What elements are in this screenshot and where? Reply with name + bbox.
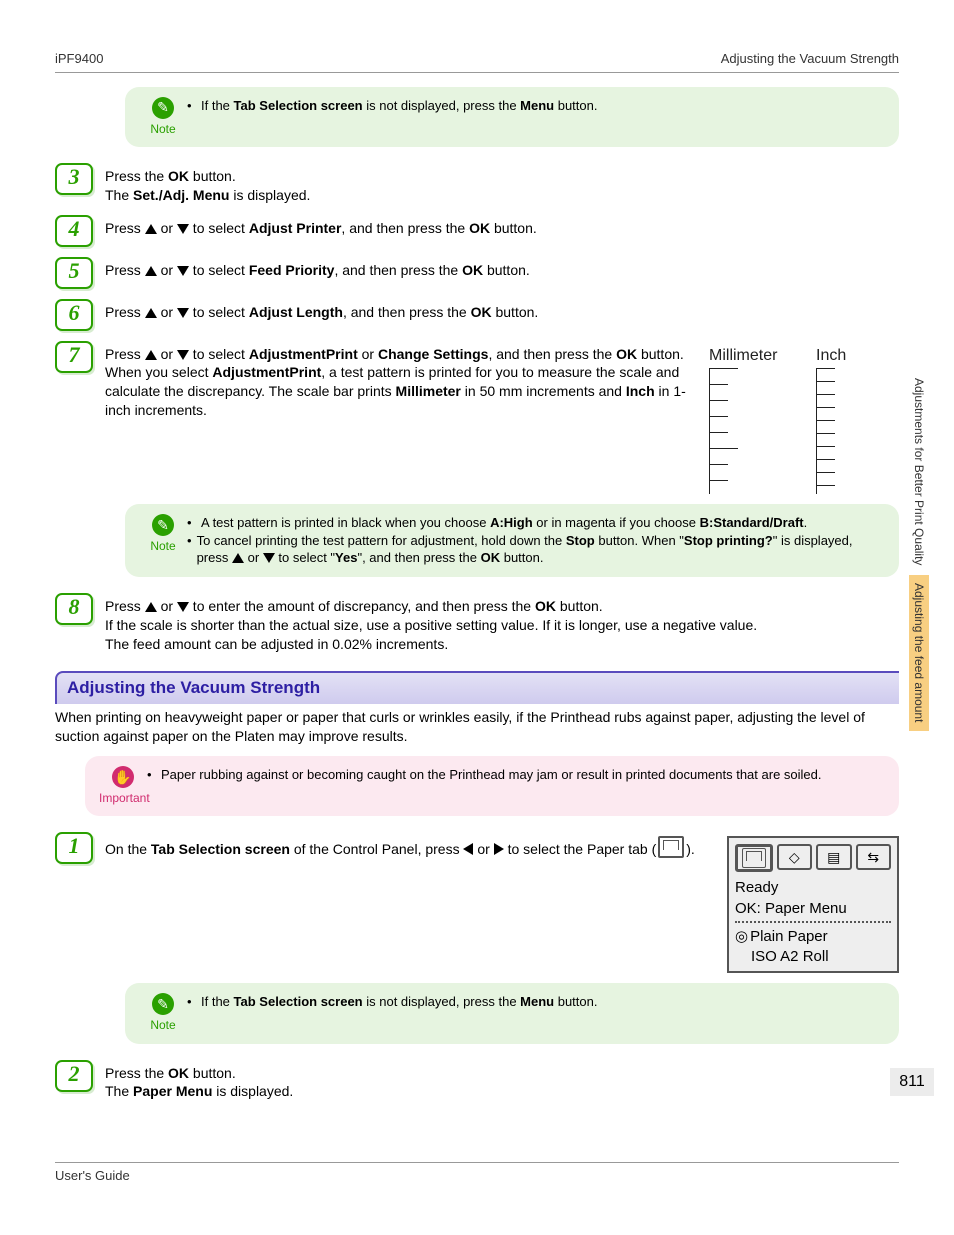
step-number: 7 — [55, 341, 93, 373]
header-model: iPF9400 — [55, 50, 103, 68]
mm-axis — [709, 368, 792, 494]
side-tabs: Adjustments for Better Print Quality Adj… — [909, 370, 929, 733]
note-tab-selection-1: ✎ Note • If the Tab Selection screen is … — [125, 87, 899, 147]
lcd-line-ready: Ready — [735, 878, 891, 898]
control-panel-illustration: ◇ ▤ ⇆ Ready OK: Paper Menu Plain Paper I… — [727, 836, 899, 973]
important-label: Important — [99, 790, 147, 806]
step-body: Press or to select Feed Priority, and th… — [105, 257, 899, 289]
up-arrow-icon — [145, 602, 157, 612]
up-arrow-icon — [145, 266, 157, 276]
up-arrow-icon — [232, 553, 244, 563]
up-arrow-icon — [145, 350, 157, 360]
note-line-1: A test pattern is printed in black when … — [201, 514, 807, 532]
scale-illustration: Millimeter Inch — [709, 345, 899, 495]
document-page: iPF9400 Adjusting the Vacuum Strength Ad… — [0, 0, 954, 1235]
step-body: Press or to select Adjust Length, and th… — [105, 299, 899, 331]
lcd-tab-settings-icon: ⇆ — [856, 844, 892, 870]
step-body: Press or to select AdjustmentPrint or Ch… — [105, 341, 899, 495]
step-body: Press the OK button. The Paper Menu is d… — [105, 1060, 899, 1102]
header-section: Adjusting the Vacuum Strength — [721, 50, 899, 68]
pencil-note-icon: ✎ — [152, 993, 174, 1015]
lcd-line-ok: OK: Paper Menu — [735, 899, 891, 919]
step-number: 1 — [55, 832, 93, 864]
down-arrow-icon — [177, 266, 189, 276]
s2-step-2: 2 Press the OK button. The Paper Menu is… — [55, 1060, 899, 1102]
footer-guide: User's Guide — [55, 1168, 130, 1183]
step-7: 7 Press or to select AdjustmentPrint or … — [55, 341, 899, 495]
scale-inch-label: Inch — [816, 345, 899, 367]
lcd-tab-ink-icon: ◇ — [777, 844, 813, 870]
paper-tab-icon — [658, 836, 684, 858]
down-arrow-icon — [177, 602, 189, 612]
step-5: 5 Press or to select Feed Priority, and … — [55, 257, 899, 289]
note-line-2: To cancel printing the test pattern for … — [197, 532, 885, 567]
pencil-note-icon: ✎ — [152, 97, 174, 119]
step-body: Press or to select Adjust Printer, and t… — [105, 215, 899, 247]
step-6: 6 Press or to select Adjust Length, and … — [55, 299, 899, 331]
step-body: Press or to enter the amount of discrepa… — [105, 593, 899, 654]
important-printhead: ✋ Important • Paper rubbing against or b… — [85, 756, 899, 816]
note-test-pattern: ✎ Note • A test pattern is printed in bl… — [125, 504, 899, 577]
down-arrow-icon — [177, 224, 189, 234]
lcd-tab-job-icon: ▤ — [816, 844, 852, 870]
note-label: Note — [139, 121, 187, 137]
pencil-note-icon: ✎ — [152, 514, 174, 536]
note-text: If the Tab Selection screen is not displ… — [201, 97, 597, 115]
side-tab-section: Adjusting the feed amount — [909, 575, 929, 730]
page-footer: User's Guide — [55, 1162, 899, 1185]
step-number: 2 — [55, 1060, 93, 1092]
s2-step-1: 1 On the Tab Selection screen of the Con… — [55, 832, 899, 973]
right-arrow-icon — [494, 843, 504, 855]
note-label: Note — [139, 1017, 187, 1033]
page-header: iPF9400 Adjusting the Vacuum Strength — [55, 50, 899, 73]
section-heading-vacuum: Adjusting the Vacuum Strength — [55, 671, 899, 704]
side-tab-chapter: Adjustments for Better Print Quality — [909, 370, 929, 573]
step-8: 8 Press or to enter the amount of discre… — [55, 593, 899, 654]
step-body: Press the OK button. The Set./Adj. Menu … — [105, 163, 899, 205]
down-arrow-icon — [263, 553, 275, 563]
lcd-line-size: ISO A2 Roll — [735, 947, 891, 967]
step-4: 4 Press or to select Adjust Printer, and… — [55, 215, 899, 247]
step-number: 4 — [55, 215, 93, 247]
up-arrow-icon — [145, 308, 157, 318]
up-arrow-icon — [145, 224, 157, 234]
note-tab-selection-2: ✎ Note • If the Tab Selection screen is … — [125, 983, 899, 1043]
step-number: 6 — [55, 299, 93, 331]
step-3: 3 Press the OK button. The Set./Adj. Men… — [55, 163, 899, 205]
step-number: 5 — [55, 257, 93, 289]
step-body: On the Tab Selection screen of the Contr… — [105, 832, 899, 973]
inch-axis — [816, 368, 899, 494]
hand-important-icon: ✋ — [112, 766, 134, 788]
important-text: Paper rubbing against or becoming caught… — [161, 766, 822, 784]
lcd-line-media: Plain Paper — [735, 927, 891, 947]
down-arrow-icon — [177, 350, 189, 360]
note-text: If the Tab Selection screen is not displ… — [201, 993, 597, 1011]
step-number: 8 — [55, 593, 93, 625]
scale-mm-label: Millimeter — [709, 345, 792, 367]
left-arrow-icon — [463, 843, 473, 855]
note-label: Note — [139, 538, 187, 554]
page-number: 811 — [890, 1068, 934, 1096]
down-arrow-icon — [177, 308, 189, 318]
lcd-tab-paper-icon — [735, 844, 773, 872]
step-number: 3 — [55, 163, 93, 195]
section-intro: When printing on heavyweight paper or pa… — [55, 708, 899, 746]
